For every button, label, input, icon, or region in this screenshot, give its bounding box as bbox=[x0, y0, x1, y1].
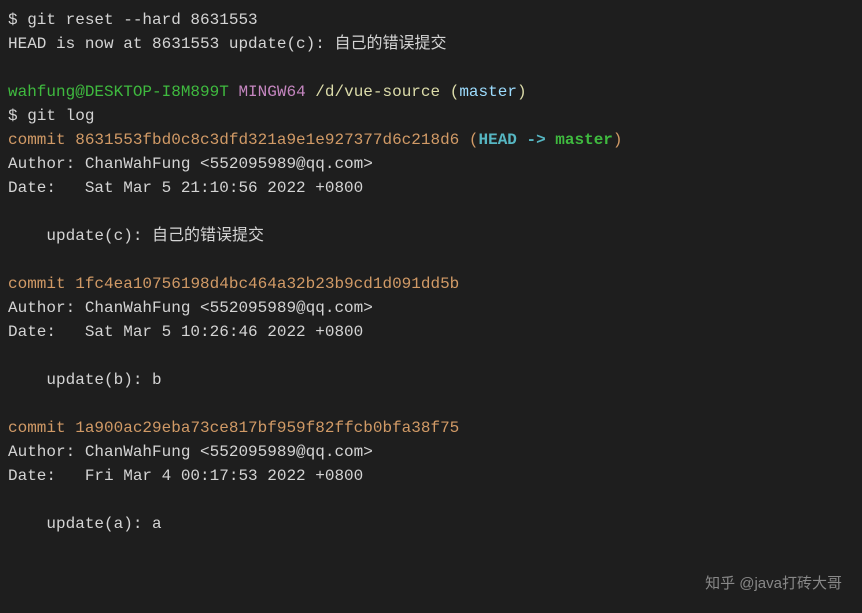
branch-close: ) bbox=[517, 83, 527, 101]
user-host: wahfung@DESKTOP-I8M899T bbox=[8, 83, 229, 101]
blank-line bbox=[8, 392, 854, 416]
branch-name: master bbox=[459, 83, 517, 101]
log-cmd-line: $ git log bbox=[8, 104, 854, 128]
cwd-path: /d/vue-source bbox=[315, 83, 440, 101]
blank-line bbox=[8, 248, 854, 272]
commit-prefix: commit bbox=[8, 419, 75, 437]
ref-open: ( bbox=[459, 131, 478, 149]
blank-line bbox=[8, 488, 854, 512]
commit-prefix: commit bbox=[8, 275, 75, 293]
commit-hash-line: commit 1a900ac29eba73ce817bf959f82ffcb0b… bbox=[8, 416, 854, 440]
commit-hash: 1a900ac29eba73ce817bf959f82ffcb0bfa38f75 bbox=[75, 419, 459, 437]
prompt-dollar: $ bbox=[8, 11, 27, 29]
head-ref: HEAD -> bbox=[478, 131, 555, 149]
watermark-text: 知乎 @java打砖大哥 bbox=[705, 573, 842, 596]
commit-author: Author: ChanWahFung <552095989@qq.com> bbox=[8, 152, 854, 176]
blank-line bbox=[8, 56, 854, 80]
commit-date: Date: Fri Mar 4 00:17:53 2022 +0800 bbox=[8, 464, 854, 488]
blank-line bbox=[8, 200, 854, 224]
ref-close: ) bbox=[613, 131, 623, 149]
reset-output: HEAD is now at 8631553 update(c): 自己的错误提… bbox=[8, 32, 854, 56]
commit-author: Author: ChanWahFung <552095989@qq.com> bbox=[8, 440, 854, 464]
commit-message: update(c): 自己的错误提交 bbox=[8, 224, 854, 248]
commit-author: Author: ChanWahFung <552095989@qq.com> bbox=[8, 296, 854, 320]
commit-message: update(a): a bbox=[8, 512, 854, 536]
commit-message: update(b): b bbox=[8, 368, 854, 392]
commit-prefix: commit bbox=[8, 131, 75, 149]
mingw-label: MINGW64 bbox=[238, 83, 305, 101]
commit-hash-line: commit 1fc4ea10756198d4bc464a32b23b9cd1d… bbox=[8, 272, 854, 296]
commit-hash: 8631553fbd0c8c3dfd321a9e1e927377d6c218d6 bbox=[75, 131, 459, 149]
reset-command: git reset --hard 8631553 bbox=[27, 11, 257, 29]
branch-open: ( bbox=[450, 83, 460, 101]
commit-hash-line: commit 8631553fbd0c8c3dfd321a9e1e927377d… bbox=[8, 128, 854, 152]
commit-date: Date: Sat Mar 5 21:10:56 2022 +0800 bbox=[8, 176, 854, 200]
terminal-output: $ git reset --hard 8631553 HEAD is now a… bbox=[8, 8, 854, 536]
commit-date: Date: Sat Mar 5 10:26:46 2022 +0800 bbox=[8, 320, 854, 344]
commit-hash: 1fc4ea10756198d4bc464a32b23b9cd1d091dd5b bbox=[75, 275, 459, 293]
master-ref: master bbox=[555, 131, 613, 149]
blank-line bbox=[8, 344, 854, 368]
reset-cmd-line: $ git reset --hard 8631553 bbox=[8, 8, 854, 32]
shell-prompt: wahfung@DESKTOP-I8M899T MINGW64 /d/vue-s… bbox=[8, 80, 854, 104]
log-command: git log bbox=[27, 107, 94, 125]
prompt-dollar: $ bbox=[8, 107, 27, 125]
